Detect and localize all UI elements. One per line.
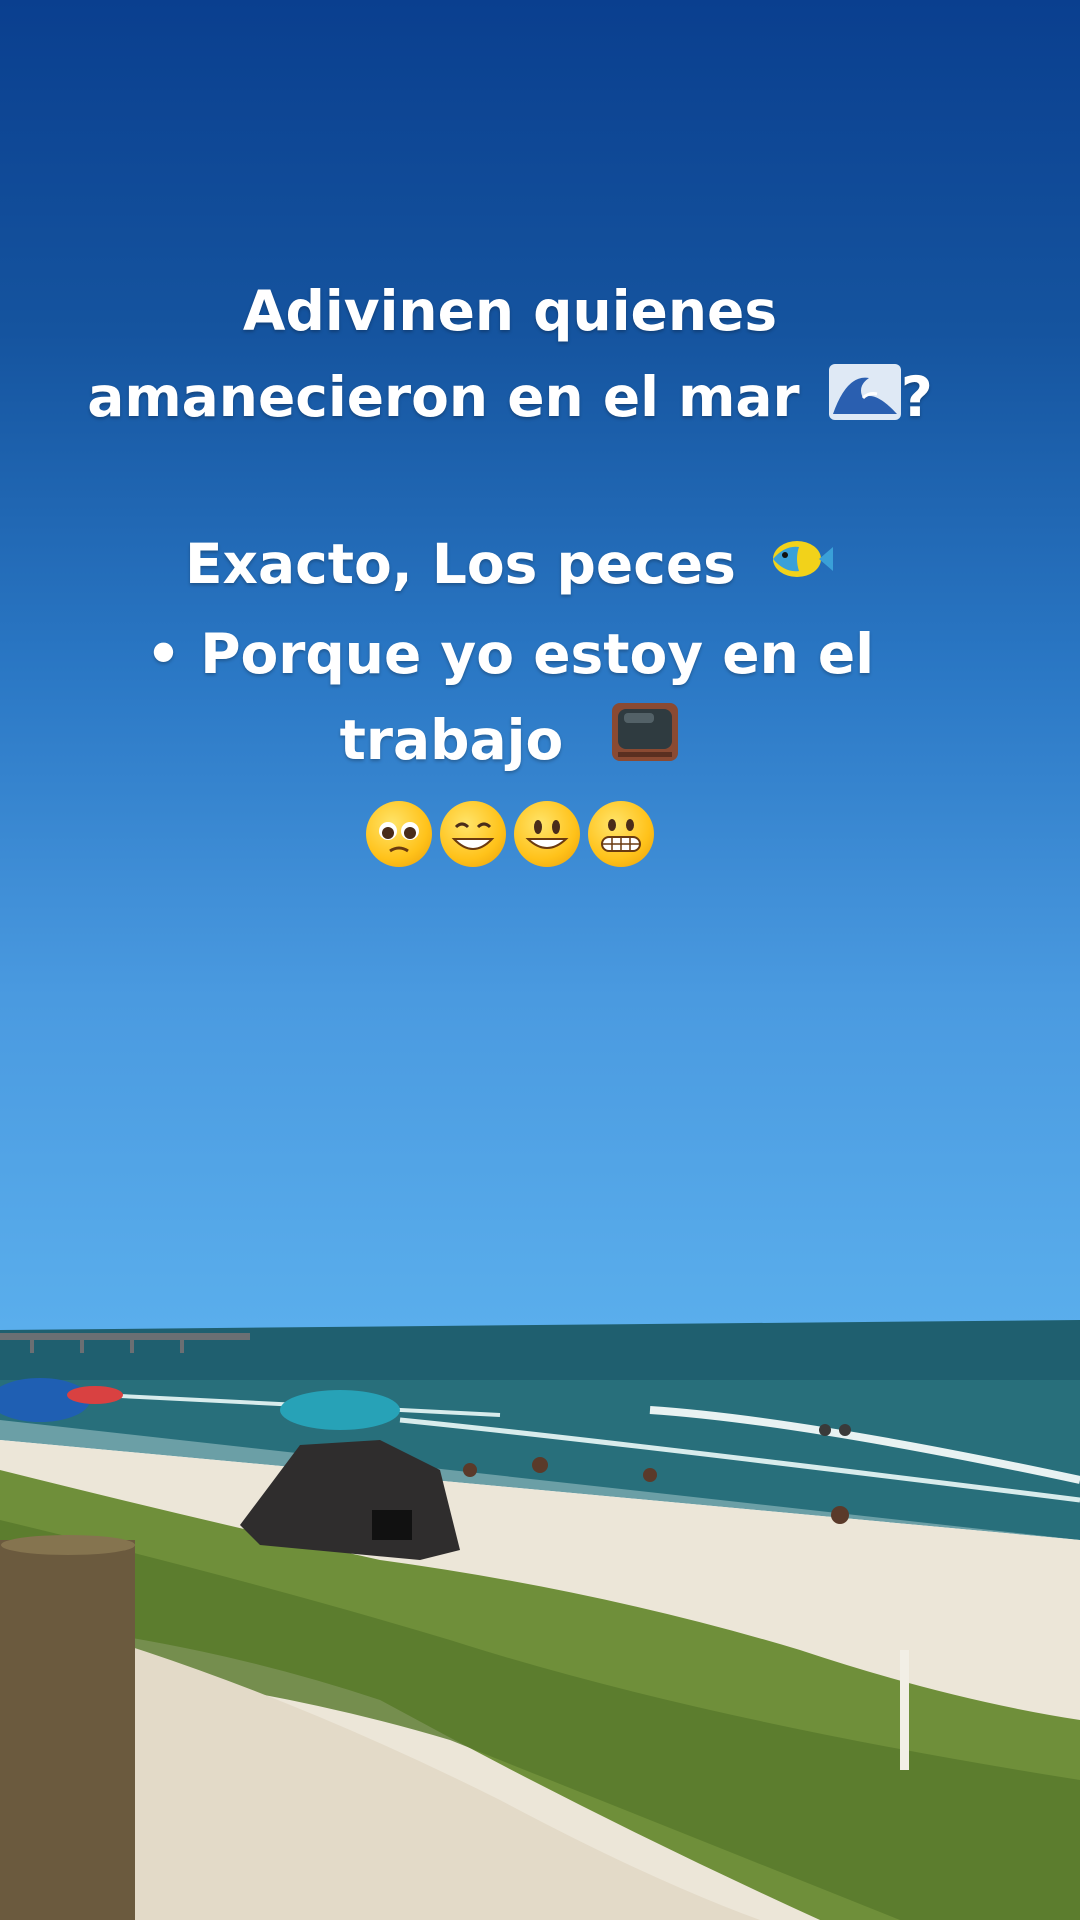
grinning-face-icon: [514, 800, 580, 867]
beachgoer: [643, 1468, 657, 1482]
wooden-post: [0, 1540, 135, 1920]
caption-line-2-end: ?: [900, 365, 933, 429]
beachgoer: [819, 1424, 831, 1436]
pier: [0, 1333, 250, 1340]
beach-photo: Adivinen quienes amanecieron en el mar ?…: [0, 0, 1080, 1920]
beachgoer: [463, 1463, 477, 1477]
caption-line-1: Adivinen quienes: [242, 279, 778, 343]
stake: [900, 1650, 909, 1770]
beachgoer: [532, 1457, 548, 1473]
beachgoer: [831, 1506, 849, 1524]
caption-line-2: amanecieron en el mar ?: [40, 354, 980, 444]
caption-block-2: Exacto, Los peces • Porque yo estoy en e…: [40, 521, 980, 877]
caption-line-3-text: Exacto, Los peces: [184, 532, 736, 596]
caption-line-2-text: amanecieron en el mar: [87, 365, 800, 429]
caption-line-5-text: trabajo: [339, 708, 564, 772]
emoji-row: [40, 791, 980, 877]
caption-line-5: trabajo: [40, 697, 980, 791]
caption-block-1: Adivinen quienes amanecieron en el mar ?: [40, 268, 980, 444]
blue-canopy: [280, 1390, 400, 1430]
television-icon: [610, 697, 680, 791]
caption-line-4: • Porque yo estoy en el: [145, 621, 875, 686]
red-umbrella: [67, 1386, 123, 1404]
beaming-face-icon: [440, 800, 506, 867]
pleading-face-icon: [366, 800, 432, 867]
grimacing-face-icon: [588, 800, 654, 867]
caption-line-3: Exacto, Los peces: [40, 521, 980, 611]
beachgoer: [839, 1424, 851, 1436]
tropical-fish-icon: [765, 525, 835, 611]
wave-icon: [828, 358, 901, 444]
